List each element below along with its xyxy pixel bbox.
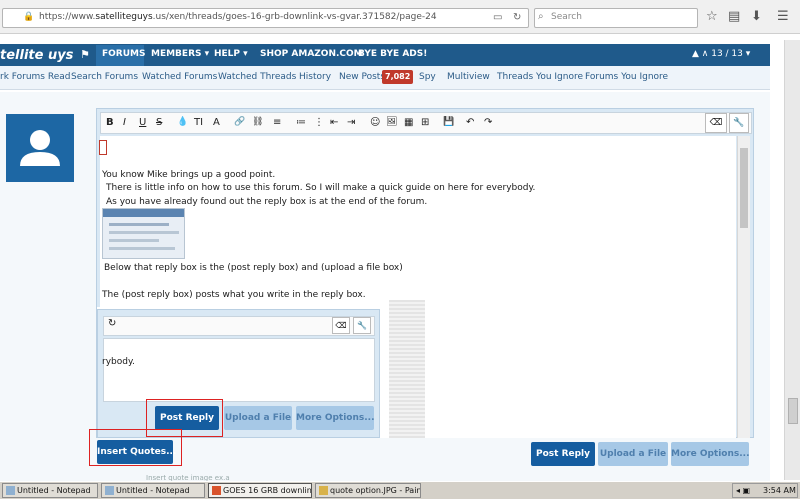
url-text: https://www.satelliteguys.us/xen/threads…	[39, 12, 437, 22]
eraser-icon[interactable]: ⌫	[705, 113, 727, 133]
search-placeholder: Search	[551, 12, 582, 22]
new-posts-badge[interactable]: 7,082	[382, 70, 414, 84]
taskbar-item-notepad-2[interactable]: Untitled - Notepad	[101, 483, 205, 498]
reading-list-icon[interactable]: ▤	[728, 9, 740, 24]
download-icon[interactable]: ⬇	[751, 9, 762, 24]
lock-icon: 🔒	[23, 12, 35, 22]
tab-help[interactable]: HELP ▾	[214, 49, 248, 59]
align-icon[interactable]: ≡	[273, 117, 281, 128]
subnav-multiview[interactable]: Multiview	[447, 72, 490, 82]
embedded-more-options-button: More Options...	[296, 406, 375, 430]
bold-button[interactable]: B	[106, 117, 114, 128]
reader-view-icon[interactable]: ▭	[493, 12, 502, 23]
menu-icon[interactable]: ☰	[777, 9, 789, 24]
attached-screenshot-thumbnail[interactable]	[102, 208, 185, 259]
page-scrollbar[interactable]	[784, 40, 800, 480]
post-line-3: As you have already found out the reply …	[106, 197, 428, 207]
strikethrough-button[interactable]: S	[156, 117, 162, 128]
unlink-icon[interactable]: ⛓	[252, 117, 263, 127]
post-line-2: There is little info on how to use this …	[106, 183, 536, 193]
outdent-icon[interactable]: ⇤	[330, 117, 338, 128]
embedded-upload-file-button: Upload a File	[224, 406, 292, 430]
page-scrollbar-thumb[interactable]	[788, 398, 798, 424]
undo-icon[interactable]: ↶	[466, 117, 474, 128]
subnav-search-forums[interactable]: Search Forums	[71, 72, 138, 82]
embedded-wrench-icon: 🔧	[353, 317, 371, 334]
embedded-eraser-icon: ⌫	[332, 317, 350, 334]
editor-scrollbar[interactable]	[737, 136, 750, 438]
avatar	[6, 114, 74, 182]
taskbar-item-notepad-1[interactable]: Untitled - Notepad	[2, 483, 98, 498]
embedded-image-edge	[389, 300, 425, 438]
text-color-icon[interactable]: 💧	[177, 117, 188, 127]
indent-icon[interactable]: ⇥	[347, 117, 355, 128]
system-tray: ◂ ▣ 3:54 AM	[732, 483, 798, 498]
site-logo[interactable]: tellite uys	[0, 48, 73, 63]
clock[interactable]: 3:54 AM	[763, 484, 796, 497]
subnav-watched-forums[interactable]: Watched Forums	[142, 72, 217, 82]
bookmark-flag-icon[interactable]: ⚑	[80, 48, 90, 61]
image-icon[interactable]: 🖼	[386, 117, 397, 127]
page-counter[interactable]: ▲ ∧ 13 / 13 ▾	[692, 49, 750, 59]
subnav-mark-forums-read[interactable]: rk Forums Read	[0, 72, 70, 82]
subnav-watched-threads[interactable]: Watched Threads	[218, 72, 296, 82]
search-icon: ⌕	[538, 11, 544, 22]
bullet-list-icon[interactable]: ≔	[296, 117, 306, 128]
post-line-1: You know Mike brings up a good point.	[102, 170, 276, 180]
subnav-new-posts[interactable]: New Posts	[339, 72, 385, 82]
taskbar-item-browser[interactable]: GOES 16 GRB downlin...	[208, 483, 312, 498]
table-icon[interactable]: ⊞	[421, 117, 429, 128]
reload-icon[interactable]: ↻	[513, 12, 521, 23]
embedded-editor-body	[103, 338, 375, 402]
tab-members[interactable]: MEMBERS ▾	[151, 49, 209, 59]
embedded-redo-icon: ↻	[108, 318, 117, 329]
url-bar[interactable]: 🔒 https://www.satelliteguys.us/xen/threa…	[2, 8, 529, 28]
smilies-icon[interactable]: ☺	[370, 117, 380, 128]
tab-bye-bye-ads[interactable]: BYE BYE ADS!	[358, 49, 427, 59]
browser-search-box[interactable]: ⌕ Search	[534, 8, 698, 28]
redo-icon[interactable]: ↷	[484, 117, 492, 128]
tab-shop-amazon[interactable]: SHOP AMAZON.COM	[260, 49, 363, 59]
bookmark-star-icon[interactable]: ☆	[706, 9, 718, 24]
more-options-button[interactable]: More Options...	[671, 442, 750, 466]
font-family-button[interactable]: A	[213, 117, 220, 128]
tray-icons[interactable]: ◂ ▣	[736, 484, 750, 497]
embedded-text: rybody.	[102, 357, 135, 367]
media-icon[interactable]: ▦	[404, 117, 413, 128]
post-reply-button[interactable]: Post Reply	[531, 442, 595, 466]
link-icon[interactable]: 🔗	[234, 117, 245, 127]
subnav-threads-you-ignore[interactable]: Threads You Ignore	[497, 72, 583, 82]
post-line-5: The (post reply box) posts what you writ…	[102, 290, 366, 300]
text-cursor-highlight	[99, 140, 107, 155]
subnav-forums-you-ignore[interactable]: Forums You Ignore	[585, 72, 668, 82]
tab-forums[interactable]: FORUMS	[102, 49, 145, 59]
post-line-4: Below that reply box is the (post reply …	[104, 263, 403, 273]
taskbar-item-paint[interactable]: quote option.JPG - Paint	[315, 483, 421, 498]
underline-button[interactable]: U	[139, 117, 146, 128]
highlight-box-insert-quotes	[89, 429, 182, 466]
upload-file-button[interactable]: Upload a File	[598, 442, 668, 466]
subnav-history[interactable]: History	[299, 72, 331, 82]
subnav-spy[interactable]: Spy	[419, 72, 436, 82]
user-icon	[20, 130, 60, 166]
numbered-list-icon[interactable]: ⋮	[314, 117, 324, 128]
editor-scrollbar-thumb[interactable]	[740, 148, 748, 228]
wrench-icon[interactable]: 🔧	[729, 113, 749, 133]
italic-button[interactable]: I	[123, 117, 126, 128]
font-size-button[interactable]: TI	[194, 117, 203, 128]
save-draft-icon[interactable]: 💾	[443, 117, 454, 127]
